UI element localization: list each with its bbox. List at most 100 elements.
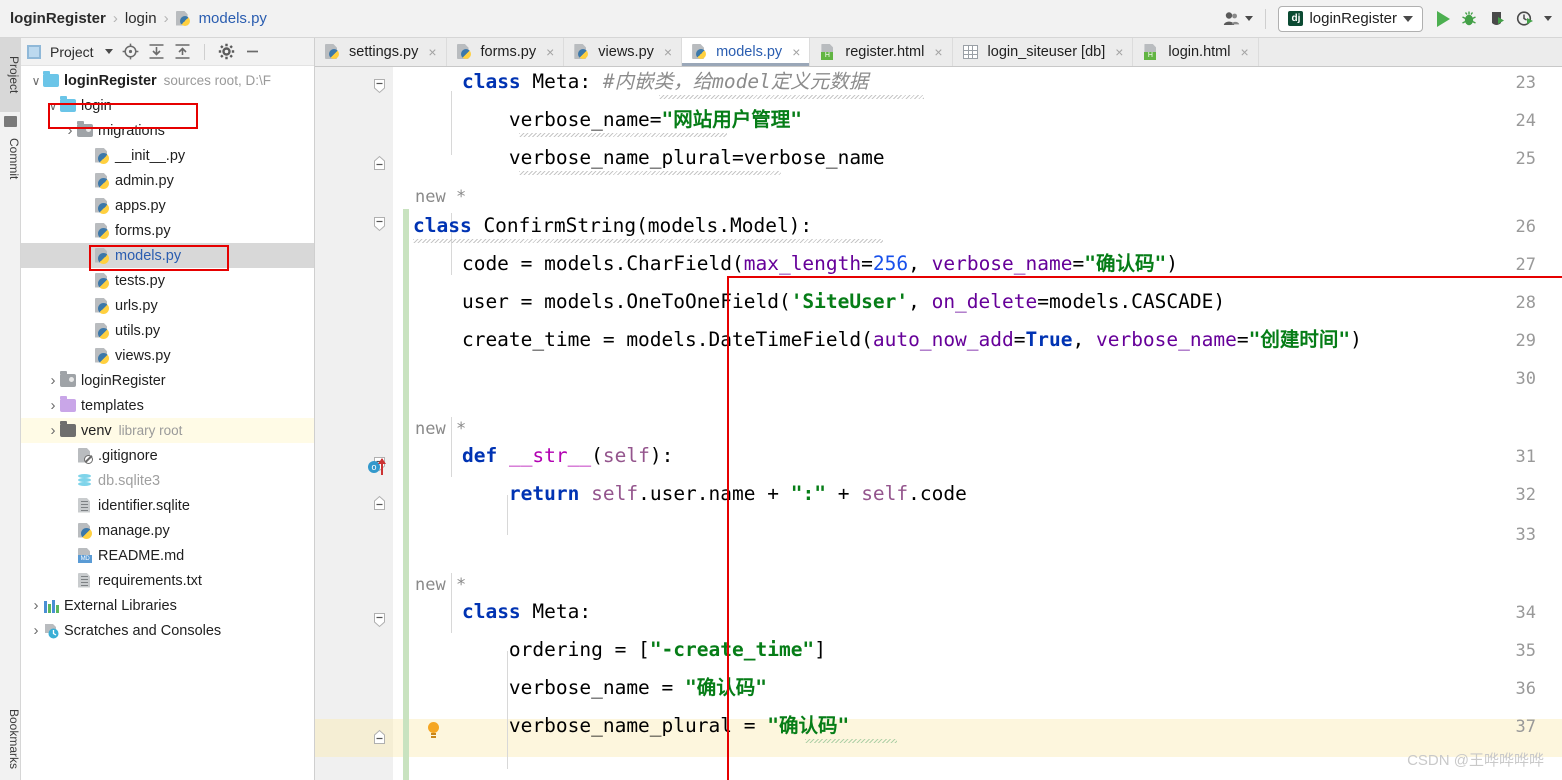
python-file-icon xyxy=(325,44,340,60)
project-panel-toolbar: Project xyxy=(21,38,314,66)
tree-item-views-py[interactable]: views.py xyxy=(21,343,314,368)
inspection-squiggle xyxy=(519,171,781,175)
close-icon[interactable]: × xyxy=(546,44,554,60)
new-code-marker: new * xyxy=(415,187,467,207)
fold-marker[interactable] xyxy=(373,79,386,94)
chevron-down-icon[interactable] xyxy=(1544,16,1552,21)
indent-guide xyxy=(507,651,508,769)
tree-item-db-sqlite3[interactable]: db.sqlite3 xyxy=(21,468,314,493)
collapse-all-icon[interactable] xyxy=(174,43,191,60)
fold-marker[interactable] xyxy=(373,155,386,170)
editor-gutter[interactable] xyxy=(315,67,393,780)
breadcrumb-item-file[interactable]: models.py xyxy=(199,10,267,27)
inspection-squiggle xyxy=(519,133,727,137)
tree-item-templates[interactable]: › templates xyxy=(21,393,314,418)
editor-tab-login-html[interactable]: login.html × xyxy=(1133,38,1259,66)
python-file-icon xyxy=(94,222,110,239)
tree-item-requirements-txt[interactable]: requirements.txt xyxy=(21,568,314,593)
editor-tab-register-html[interactable]: register.html × xyxy=(810,38,953,66)
tree-item-apps-py[interactable]: apps.py xyxy=(21,193,314,218)
user-account-icon[interactable] xyxy=(1223,10,1254,28)
chevron-right-icon[interactable]: › xyxy=(29,597,43,614)
breadcrumb: loginRegister › login › models.py xyxy=(0,10,267,27)
tree-item-migrations[interactable]: › migrations xyxy=(21,118,314,143)
tree-item-label: tests.py xyxy=(115,272,165,289)
editor-tab-models-py[interactable]: models.py × xyxy=(682,38,811,66)
expand-all-icon[interactable] xyxy=(148,43,165,60)
tree-item-loginregister[interactable]: › loginRegister xyxy=(21,368,314,393)
code-editor[interactable]: o 23 24 25 26 27 28 29 30 31 32 33 34 35 36 37 class M… xyxy=(315,67,1562,780)
django-icon: dj xyxy=(1288,11,1304,26)
folder-grey-icon xyxy=(60,371,76,387)
editor-tab-views-py[interactable]: views.py × xyxy=(564,38,683,66)
python-file-icon xyxy=(94,197,110,214)
tree-item-manage-py[interactable]: manage.py xyxy=(21,518,314,543)
run-configuration-label: loginRegister xyxy=(1309,10,1397,27)
fold-marker[interactable] xyxy=(373,729,386,744)
tree-item-label: db.sqlite3 xyxy=(98,472,161,489)
chevron-right-icon[interactable]: › xyxy=(46,422,60,439)
tree-item-label: login xyxy=(81,97,112,114)
tree-item-forms-py[interactable]: forms.py xyxy=(21,218,314,243)
code-content[interactable]: class Meta: #内嵌类，给model定义元数据 verbose_nam… xyxy=(393,67,1562,780)
tree-item-urls-py[interactable]: urls.py xyxy=(21,293,314,318)
tree-item-external-libraries[interactable]: › External Libraries xyxy=(21,593,314,618)
editor-tab-strip: settings.py × forms.py × views.py × models.py ×… xyxy=(315,38,1562,67)
tool-tab-commit[interactable]: Commit xyxy=(0,118,21,200)
tree-item-tests-py[interactable]: tests.py xyxy=(21,268,314,293)
tree-item-scratches-and-consoles[interactable]: › Scratches and Consoles xyxy=(21,618,314,643)
close-icon[interactable]: × xyxy=(1240,44,1248,60)
markdown-file-icon: MD xyxy=(77,547,93,564)
chevron-right-icon[interactable]: › xyxy=(63,122,77,139)
breadcrumb-item-login[interactable]: login xyxy=(125,10,157,27)
run-configuration-selector[interactable]: dj loginRegister xyxy=(1278,5,1423,32)
breadcrumb-item-project[interactable]: loginRegister xyxy=(10,10,106,27)
editor-tab-settings-py[interactable]: settings.py × xyxy=(315,38,447,66)
tree-item-label: models.py xyxy=(115,247,182,264)
tree-item--gitignore[interactable]: .gitignore xyxy=(21,443,314,468)
chevron-right-icon[interactable]: › xyxy=(46,372,60,389)
scroll-from-source-icon[interactable] xyxy=(122,43,139,60)
tree-item-models-py[interactable]: models.py xyxy=(21,243,314,268)
profiler-icon[interactable] xyxy=(1516,10,1534,28)
html-file-icon xyxy=(1143,44,1158,60)
tree-item-readme-md[interactable]: MD README.md xyxy=(21,543,314,568)
tree-item-loginregister[interactable]: ∨ loginRegister sources root, D:\F xyxy=(21,68,314,93)
tool-tab-bookmarks[interactable]: Bookmarks xyxy=(0,698,21,780)
close-icon[interactable]: × xyxy=(934,44,942,60)
editor-tab-forms-py[interactable]: forms.py × xyxy=(447,38,565,66)
hide-panel-icon[interactable] xyxy=(244,43,261,60)
chevron-down-icon[interactable]: ∨ xyxy=(46,99,60,113)
close-icon[interactable]: × xyxy=(792,44,800,60)
fold-marker[interactable] xyxy=(373,613,386,628)
fold-marker[interactable] xyxy=(373,217,386,232)
coverage-icon[interactable] xyxy=(1488,10,1506,28)
chevron-down-icon[interactable] xyxy=(104,49,113,54)
close-icon[interactable]: × xyxy=(428,44,436,60)
tree-item-label: loginRegister xyxy=(64,72,157,89)
editor-tab-login-siteuser-db-[interactable]: login_siteuser [db] × xyxy=(953,38,1134,66)
chevron-right-icon[interactable]: › xyxy=(46,397,60,414)
inspection-squiggle xyxy=(413,239,883,243)
tree-item-venv[interactable]: › venv library root xyxy=(21,418,314,443)
tool-tab-project[interactable]: Project xyxy=(0,38,21,112)
tree-item--init-py[interactable]: __init__.py xyxy=(21,143,314,168)
bug-icon[interactable] xyxy=(1460,10,1478,28)
fold-marker[interactable] xyxy=(373,495,386,510)
settings-gear-icon[interactable] xyxy=(218,43,235,60)
tree-item-admin-py[interactable]: admin.py xyxy=(21,168,314,193)
tree-item-label: README.md xyxy=(98,547,185,564)
override-method-icon[interactable]: o xyxy=(368,458,390,477)
code-line-27: code = models.CharField(max_length=256, … xyxy=(415,252,1178,275)
breadcrumb-separator: › xyxy=(163,10,169,27)
tree-item-sublabel: library root xyxy=(118,423,183,438)
tree-item-login[interactable]: ∨ login xyxy=(21,93,314,118)
chevron-down-icon[interactable]: ∨ xyxy=(29,74,43,88)
close-icon[interactable]: × xyxy=(1115,44,1123,60)
chevron-right-icon[interactable]: › xyxy=(29,622,43,639)
breadcrumb-separator: › xyxy=(112,10,118,27)
tree-item-utils-py[interactable]: utils.py xyxy=(21,318,314,343)
play-icon[interactable] xyxy=(1437,10,1450,27)
close-icon[interactable]: × xyxy=(664,44,672,60)
tree-item-identifier-sqlite[interactable]: identifier.sqlite xyxy=(21,493,314,518)
